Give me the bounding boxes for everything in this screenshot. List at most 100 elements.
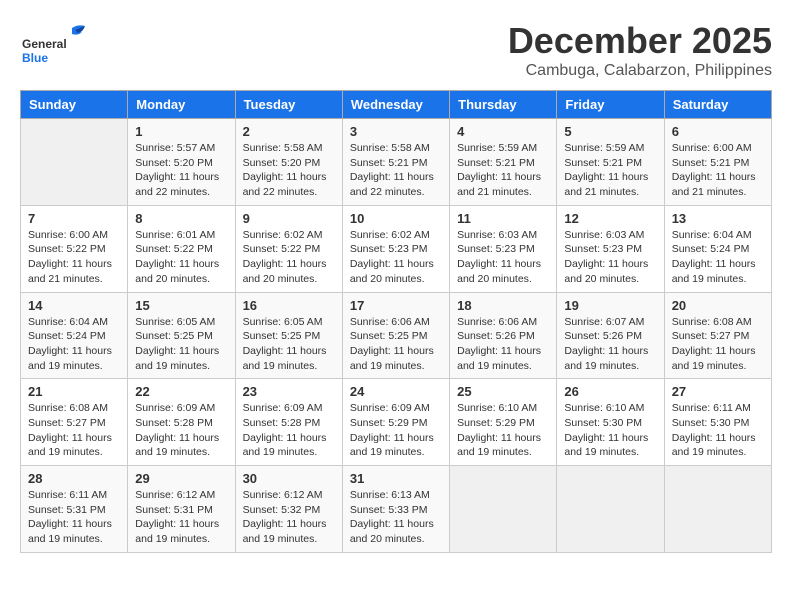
day-info: Sunrise: 6:08 AM Sunset: 5:27 PM Dayligh…	[28, 401, 120, 460]
day-info: Sunrise: 6:04 AM Sunset: 5:24 PM Dayligh…	[28, 315, 120, 374]
month-year-title: December 2025	[508, 20, 772, 62]
day-number: 2	[243, 124, 335, 139]
day-number: 21	[28, 384, 120, 399]
calendar-day-31: 31 Sunrise: 6:13 AM Sunset: 5:33 PM Dayli…	[342, 466, 449, 553]
day-info: Sunrise: 6:09 AM Sunset: 5:28 PM Dayligh…	[135, 401, 227, 460]
day-number: 4	[457, 124, 549, 139]
day-info: Sunrise: 6:10 AM Sunset: 5:29 PM Dayligh…	[457, 401, 549, 460]
day-info: Sunrise: 5:59 AM Sunset: 5:21 PM Dayligh…	[457, 141, 549, 200]
calendar-day-13: 13 Sunrise: 6:04 AM Sunset: 5:24 PM Dayli…	[664, 205, 771, 292]
day-number: 25	[457, 384, 549, 399]
day-info: Sunrise: 6:06 AM Sunset: 5:26 PM Dayligh…	[457, 315, 549, 374]
page-header: General Blue December 2025 Cambuga, Cala…	[20, 20, 772, 80]
calendar-day-22: 22 Sunrise: 6:09 AM Sunset: 5:28 PM Dayli…	[128, 379, 235, 466]
day-number: 11	[457, 211, 549, 226]
svg-text:Blue: Blue	[22, 51, 48, 65]
calendar-day-11: 11 Sunrise: 6:03 AM Sunset: 5:23 PM Dayli…	[450, 205, 557, 292]
day-info: Sunrise: 6:01 AM Sunset: 5:22 PM Dayligh…	[135, 228, 227, 287]
day-number: 1	[135, 124, 227, 139]
weekday-header-saturday: Saturday	[664, 91, 771, 119]
calendar-day-10: 10Sunrise: 6:02 AM Sunset: 5:23 PM Dayli…	[342, 205, 449, 292]
day-info: Sunrise: 6:07 AM Sunset: 5:26 PM Dayligh…	[564, 315, 656, 374]
day-number: 31	[350, 471, 442, 486]
day-number: 30	[243, 471, 335, 486]
weekday-header-wednesday: Wednesday	[342, 91, 449, 119]
calendar-week-row: 21 Sunrise: 6:08 AM Sunset: 5:27 PM Dayli…	[21, 379, 772, 466]
day-number: 24	[350, 384, 442, 399]
day-number: 17	[350, 298, 442, 313]
calendar-day-27: 27 Sunrise: 6:11 AM Sunset: 5:30 PM Dayli…	[664, 379, 771, 466]
day-info: Sunrise: 6:02 AM Sunset: 5:23 PM Dayligh…	[350, 228, 442, 287]
day-info: Sunrise: 6:03 AM Sunset: 5:23 PM Dayligh…	[457, 228, 549, 287]
calendar-day-26: 26 Sunrise: 6:10 AM Sunset: 5:30 PM Dayli…	[557, 379, 664, 466]
day-info: Sunrise: 5:59 AM Sunset: 5:21 PM Dayligh…	[564, 141, 656, 200]
day-number: 22	[135, 384, 227, 399]
calendar-day-25: 25 Sunrise: 6:10 AM Sunset: 5:29 PM Dayli…	[450, 379, 557, 466]
day-number: 19	[564, 298, 656, 313]
calendar-day-21: 21 Sunrise: 6:08 AM Sunset: 5:27 PM Dayli…	[21, 379, 128, 466]
day-info: Sunrise: 6:11 AM Sunset: 5:30 PM Dayligh…	[672, 401, 764, 460]
day-info: Sunrise: 6:10 AM Sunset: 5:30 PM Dayligh…	[564, 401, 656, 460]
day-info: Sunrise: 6:11 AM Sunset: 5:31 PM Dayligh…	[28, 488, 120, 547]
weekday-header-row: SundayMondayTuesdayWednesdayThursdayFrid…	[21, 91, 772, 119]
day-info: Sunrise: 6:00 AM Sunset: 5:21 PM Dayligh…	[672, 141, 764, 200]
day-info: Sunrise: 5:58 AM Sunset: 5:20 PM Dayligh…	[243, 141, 335, 200]
weekday-header-sunday: Sunday	[21, 91, 128, 119]
day-info: Sunrise: 6:12 AM Sunset: 5:32 PM Dayligh…	[243, 488, 335, 547]
day-info: Sunrise: 6:02 AM Sunset: 5:22 PM Dayligh…	[243, 228, 335, 287]
day-number: 28	[28, 471, 120, 486]
calendar-week-row: 7 Sunrise: 6:00 AM Sunset: 5:22 PM Daylig…	[21, 205, 772, 292]
day-number: 13	[672, 211, 764, 226]
weekday-header-thursday: Thursday	[450, 91, 557, 119]
day-info: Sunrise: 5:58 AM Sunset: 5:21 PM Dayligh…	[350, 141, 442, 200]
calendar-day-9: 9Sunrise: 6:02 AM Sunset: 5:22 PM Daylig…	[235, 205, 342, 292]
day-number: 20	[672, 298, 764, 313]
day-info: Sunrise: 6:03 AM Sunset: 5:23 PM Dayligh…	[564, 228, 656, 287]
calendar-week-row: 14 Sunrise: 6:04 AM Sunset: 5:24 PM Dayli…	[21, 292, 772, 379]
calendar-day-17: 17Sunrise: 6:06 AM Sunset: 5:25 PM Dayli…	[342, 292, 449, 379]
weekday-header-monday: Monday	[128, 91, 235, 119]
calendar-day-12: 12 Sunrise: 6:03 AM Sunset: 5:23 PM Dayli…	[557, 205, 664, 292]
empty-cell	[450, 466, 557, 553]
calendar-day-15: 15Sunrise: 6:05 AM Sunset: 5:25 PM Dayli…	[128, 292, 235, 379]
day-number: 7	[28, 211, 120, 226]
calendar-day-18: 18Sunrise: 6:06 AM Sunset: 5:26 PM Dayli…	[450, 292, 557, 379]
calendar-day-19: 19 Sunrise: 6:07 AM Sunset: 5:26 PM Dayli…	[557, 292, 664, 379]
empty-cell	[664, 466, 771, 553]
day-info: Sunrise: 6:04 AM Sunset: 5:24 PM Dayligh…	[672, 228, 764, 287]
calendar-day-24: 24 Sunrise: 6:09 AM Sunset: 5:29 PM Dayli…	[342, 379, 449, 466]
weekday-header-tuesday: Tuesday	[235, 91, 342, 119]
calendar-day-3: 3 Sunrise: 5:58 AM Sunset: 5:21 PM Daylig…	[342, 119, 449, 206]
calendar-day-28: 28 Sunrise: 6:11 AM Sunset: 5:31 PM Dayli…	[21, 466, 128, 553]
day-info: Sunrise: 6:00 AM Sunset: 5:22 PM Dayligh…	[28, 228, 120, 287]
empty-cell	[557, 466, 664, 553]
day-number: 26	[564, 384, 656, 399]
calendar-day-2: 2 Sunrise: 5:58 AM Sunset: 5:20 PM Daylig…	[235, 119, 342, 206]
calendar-day-30: 30 Sunrise: 6:12 AM Sunset: 5:32 PM Dayli…	[235, 466, 342, 553]
day-number: 27	[672, 384, 764, 399]
calendar-table: SundayMondayTuesdayWednesdayThursdayFrid…	[20, 90, 772, 553]
day-info: Sunrise: 6:05 AM Sunset: 5:25 PM Dayligh…	[243, 315, 335, 374]
calendar-day-8: 8 Sunrise: 6:01 AM Sunset: 5:22 PM Daylig…	[128, 205, 235, 292]
day-number: 16	[243, 298, 335, 313]
location-subtitle: Cambuga, Calabarzon, Philippines	[508, 62, 772, 80]
calendar-day-7: 7 Sunrise: 6:00 AM Sunset: 5:22 PM Daylig…	[21, 205, 128, 292]
day-number: 6	[672, 124, 764, 139]
weekday-header-friday: Friday	[557, 91, 664, 119]
calendar-day-23: 23 Sunrise: 6:09 AM Sunset: 5:28 PM Dayli…	[235, 379, 342, 466]
day-number: 12	[564, 211, 656, 226]
day-info: Sunrise: 5:57 AM Sunset: 5:20 PM Dayligh…	[135, 141, 227, 200]
calendar-day-1: 1 Sunrise: 5:57 AM Sunset: 5:20 PM Daylig…	[128, 119, 235, 206]
title-block: December 2025 Cambuga, Calabarzon, Phili…	[508, 20, 772, 80]
day-number: 8	[135, 211, 227, 226]
day-number: 23	[243, 384, 335, 399]
day-info: Sunrise: 6:12 AM Sunset: 5:31 PM Dayligh…	[135, 488, 227, 547]
calendar-day-5: 5Sunrise: 5:59 AM Sunset: 5:21 PM Daylig…	[557, 119, 664, 206]
day-number: 14	[28, 298, 120, 313]
day-info: Sunrise: 6:09 AM Sunset: 5:28 PM Dayligh…	[243, 401, 335, 460]
day-info: Sunrise: 6:09 AM Sunset: 5:29 PM Dayligh…	[350, 401, 442, 460]
calendar-day-4: 4 Sunrise: 5:59 AM Sunset: 5:21 PM Daylig…	[450, 119, 557, 206]
day-info: Sunrise: 6:13 AM Sunset: 5:33 PM Dayligh…	[350, 488, 442, 547]
day-number: 3	[350, 124, 442, 139]
day-number: 29	[135, 471, 227, 486]
